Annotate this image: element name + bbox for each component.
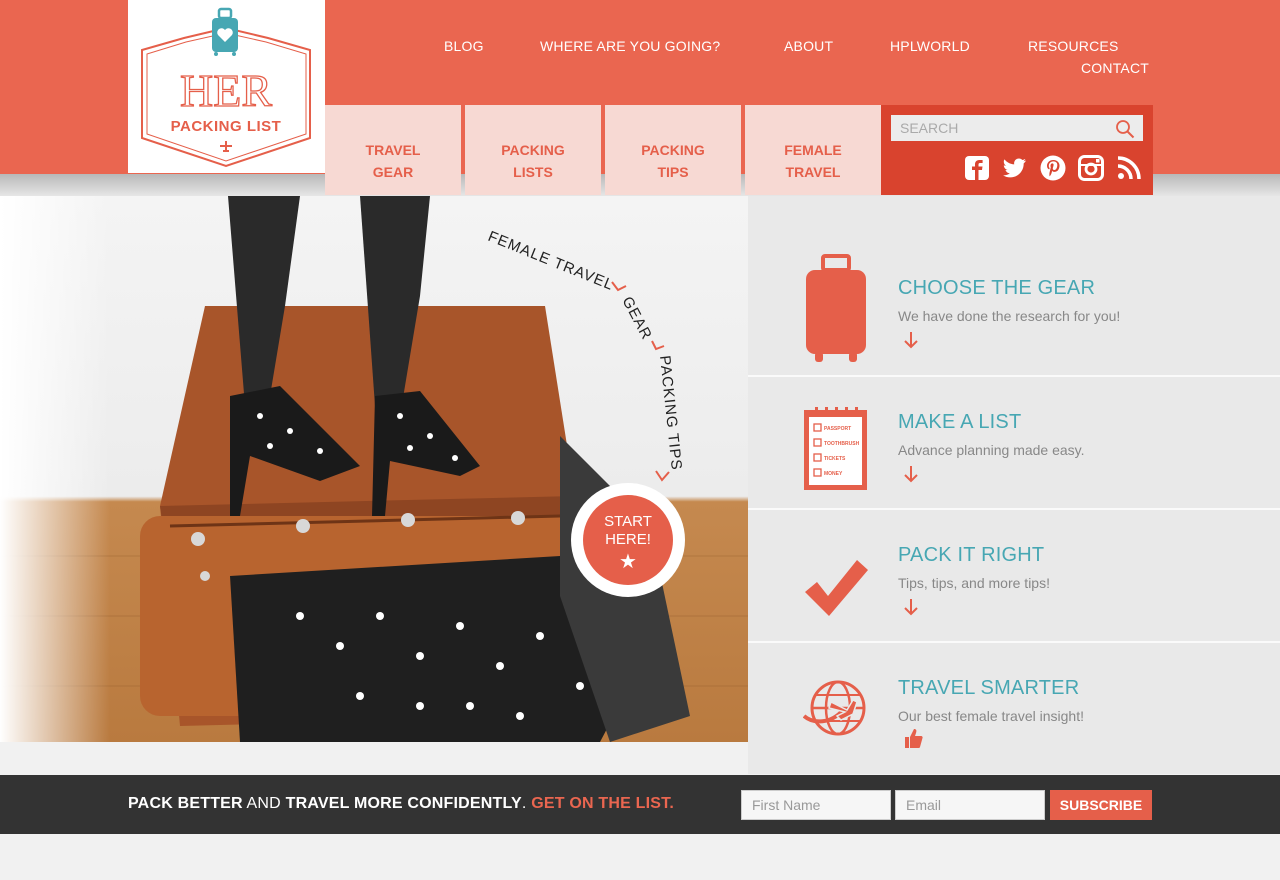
email-field[interactable] <box>895 790 1045 820</box>
features-panel: CHOOSE THE GEAR We have done the researc… <box>748 196 1280 774</box>
newsletter-bar: PACK BETTER AND TRAVEL MORE CONFIDENTLY.… <box>0 775 1280 834</box>
tab-travel-gear[interactable]: TRAVEL GEAR <box>325 105 461 195</box>
arrow-down-icon[interactable] <box>903 598 919 616</box>
facebook-icon[interactable] <box>964 155 990 181</box>
tab-label-line1: TRAVEL <box>365 142 421 158</box>
feature-desc: Tips, tips, and more tips! <box>898 575 1050 591</box>
globe-plane-icon <box>803 655 869 765</box>
tab-female-travel[interactable]: FEMALE TRAVEL <box>745 105 881 195</box>
checklist-icon: PASSPORT TOOTHBRUSH TICKETS MONEY <box>803 393 869 503</box>
arrow-down-icon[interactable] <box>903 465 919 483</box>
nav-blog[interactable]: BLOG <box>444 38 484 54</box>
logo-text-her: HER <box>180 65 272 116</box>
newsletter-text-travel-more: TRAVEL MORE CONFIDENTLY <box>285 795 522 812</box>
tab-packing-tips[interactable]: PACKING TIPS <box>605 105 741 195</box>
logo-text-packing-list: PACKING LIST <box>171 118 282 135</box>
logo-graphic: HER PACKING LIST <box>141 7 311 168</box>
tab-label-line1: FEMALE <box>784 142 842 158</box>
feature-desc: Advance planning made easy. <box>898 442 1085 458</box>
feature-pack-it-right[interactable]: PACK IT RIGHT Tips, tips, and more tips! <box>748 510 1280 643</box>
pinterest-icon[interactable] <box>1040 155 1066 181</box>
search-input[interactable] <box>891 115 1101 141</box>
nav-about[interactable]: ABOUT <box>784 38 833 54</box>
thumbs-up-icon[interactable] <box>903 727 923 749</box>
search-social-panel <box>881 105 1153 195</box>
start-here-line2: HERE! <box>605 531 651 548</box>
checkmark-icon <box>803 532 869 642</box>
nav-where-are-you-going[interactable]: WHERE ARE YOU GOING? <box>540 38 720 54</box>
instagram-icon[interactable] <box>1078 155 1104 181</box>
hero-fade <box>0 196 110 742</box>
list-item: MONEY <box>824 471 843 477</box>
list-item: TICKETS <box>824 456 846 462</box>
feature-title: TRAVEL SMARTER <box>898 677 1080 699</box>
tab-packing-lists[interactable]: PACKING LISTS <box>465 105 601 195</box>
feature-desc: Our best female travel insight! <box>898 708 1084 724</box>
site-logo[interactable]: HER PACKING LIST <box>128 0 325 173</box>
newsletter-cta: GET ON THE LIST. <box>531 795 674 812</box>
star-icon: ★ <box>619 551 637 573</box>
tab-label-line1: PACKING <box>501 142 565 158</box>
newsletter-text-pack-better: PACK BETTER <box>128 795 243 812</box>
tab-label-line2: LISTS <box>513 164 553 180</box>
suitcase-icon <box>803 253 869 363</box>
list-item: PASSPORT <box>824 426 851 432</box>
search-icon[interactable] <box>1115 119 1135 139</box>
arc-text-packing-tips: PACKING TIPS <box>656 355 685 472</box>
feature-make-a-list[interactable]: PASSPORT TOOTHBRUSH TICKETS MONEY MAKE A… <box>748 377 1280 510</box>
feature-choose-the-gear[interactable]: CHOOSE THE GEAR We have done the researc… <box>748 243 1280 377</box>
hero-image: FEMALE TRAVEL GEAR PACKING TIPS <box>0 196 748 742</box>
nav-resources[interactable]: RESOURCES <box>1028 38 1118 54</box>
nav-contact[interactable]: CONTACT <box>1081 60 1149 76</box>
twitter-icon[interactable] <box>1002 155 1028 181</box>
subscribe-button[interactable]: SUBSCRIBE <box>1050 790 1152 820</box>
newsletter-text-period: . <box>521 795 532 812</box>
rss-icon[interactable] <box>1116 155 1142 181</box>
feature-title: CHOOSE THE GEAR <box>898 277 1096 299</box>
nav-hplworld[interactable]: HPLWORLD <box>890 38 970 54</box>
tab-label-line2: TRAVEL <box>785 164 841 180</box>
hero-illustration: FEMALE TRAVEL GEAR PACKING TIPS <box>0 196 748 742</box>
tab-label-line1: PACKING <box>641 142 705 158</box>
search-box <box>891 115 1143 141</box>
feature-title: MAKE A LIST <box>898 411 1022 433</box>
start-here-button[interactable]: START HERE! ★ <box>571 483 685 597</box>
feature-title: PACK IT RIGHT <box>898 544 1045 566</box>
feature-travel-smarter[interactable]: TRAVEL SMARTER Our best female travel in… <box>748 643 1280 774</box>
tab-label-line2: TIPS <box>657 164 689 180</box>
first-name-field[interactable] <box>741 790 891 820</box>
start-here-line1: START <box>604 513 652 530</box>
feature-desc: We have done the research for you! <box>898 308 1121 324</box>
newsletter-message: PACK BETTER AND TRAVEL MORE CONFIDENTLY.… <box>128 795 674 813</box>
newsletter-text-and: AND <box>242 795 286 812</box>
list-item: TOOTHBRUSH <box>824 441 860 447</box>
arc-text-gear: GEAR <box>618 294 655 343</box>
tab-label-line2: GEAR <box>372 164 414 180</box>
arc-text-female-travel: FEMALE TRAVEL <box>486 228 617 294</box>
arrow-down-icon[interactable] <box>903 331 919 349</box>
